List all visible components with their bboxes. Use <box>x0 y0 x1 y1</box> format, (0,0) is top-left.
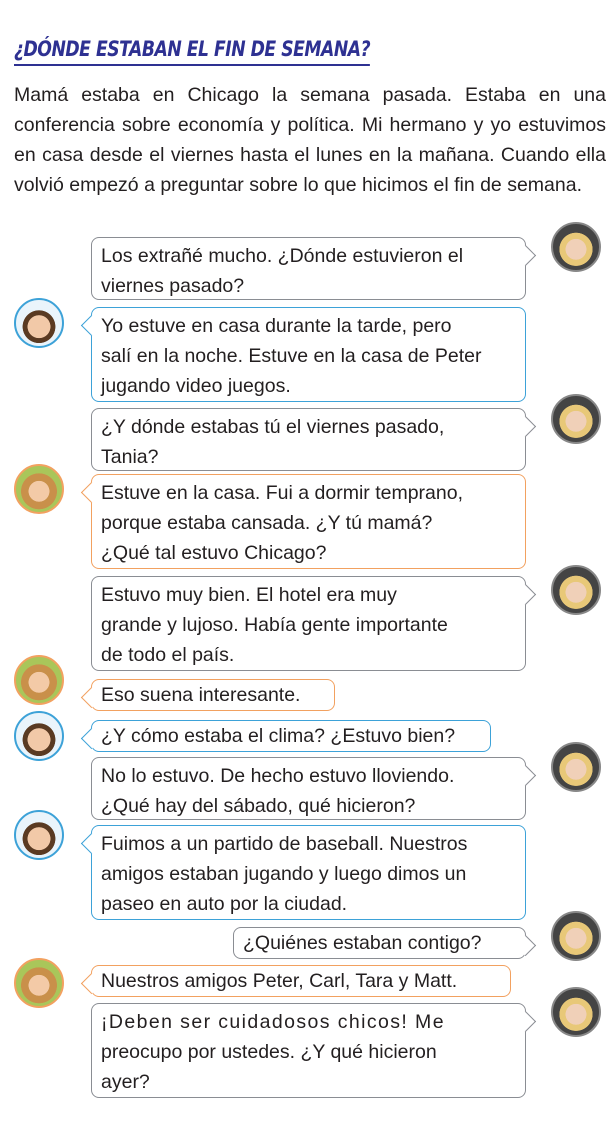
message-bubble-mom: No lo estuvo. De hecho estuvo lloviendo.… <box>91 757 526 820</box>
message-line: Estuve en la casa. Fui a dormir temprano… <box>101 482 463 504</box>
message-line: Yo estuve en casa durante la tarde, pero <box>101 315 452 337</box>
message-line: ayer? <box>101 1071 150 1093</box>
message-bubble-mom: ¡Deben ser cuidadosos chicos! Me preocup… <box>91 1003 526 1098</box>
message-line: No lo estuvo. De hecho estuvo lloviendo. <box>101 765 455 787</box>
message-bubble-boy: ¿Y cómo estaba el clima? ¿Estuvo bien? <box>91 720 491 752</box>
girl-avatar <box>14 958 64 1008</box>
message-line: ¿Y dónde estabas tú el viernes pasado, <box>101 416 445 438</box>
message-line: Eso suena interesante. <box>101 684 301 706</box>
mom-avatar <box>551 565 601 615</box>
mom-avatar <box>551 742 601 792</box>
mom-avatar <box>551 222 601 272</box>
boy-avatar <box>14 298 64 348</box>
message-line: paseo en auto por la ciudad. <box>101 893 348 915</box>
page-title: ¿DÓNDE ESTABAN EL FIN DE SEMANA? <box>14 37 371 66</box>
message-bubble-girl: Estuve en la casa. Fui a dormir temprano… <box>91 474 526 569</box>
message-bubble-mom: Los extrañé mucho. ¿Dónde estuvieron el … <box>91 237 526 300</box>
message-bubble-girl: Nuestros amigos Peter, Carl, Tara y Matt… <box>91 965 511 997</box>
message-line: Estuvo muy bien. El hotel era muy <box>101 584 397 606</box>
message-line: ¿Qué hay del sábado, qué hicieron? <box>101 795 416 817</box>
message-bubble-mom: Estuvo muy bien. El hotel era muy grande… <box>91 576 526 671</box>
mom-avatar <box>551 987 601 1037</box>
intro-paragraph: Mamá estaba en Chicago la semana pasada.… <box>14 84 606 196</box>
message-line: viernes pasado? <box>101 275 245 297</box>
girl-avatar <box>14 655 64 705</box>
message-line: Fuimos a un partido de baseball. Nuestro… <box>101 833 468 855</box>
message-bubble-boy: Fuimos a un partido de baseball. Nuestro… <box>91 825 526 920</box>
message-line: Los extrañé mucho. ¿Dónde estuvieron el <box>101 245 464 267</box>
message-line: ¡Deben ser cuidadosos chicos! Me <box>101 1011 445 1033</box>
message-line: porque estaba cansada. ¿Y tú mamá? <box>101 512 433 534</box>
message-bubble-mom: ¿Quiénes estaban contigo? <box>233 927 526 959</box>
girl-avatar <box>14 464 64 514</box>
boy-avatar <box>14 810 64 860</box>
message-bubble-girl: Eso suena interesante. <box>91 679 335 711</box>
message-line: preocupo por ustedes. ¿Y qué hicieron <box>101 1041 437 1063</box>
message-line: de todo el país. <box>101 644 235 666</box>
mom-avatar <box>551 394 601 444</box>
message-line: salí en la noche. Estuve en la casa de P… <box>101 345 482 367</box>
message-line: grande y lujoso. Había gente importante <box>101 614 448 636</box>
message-bubble-boy: Yo estuve en casa durante la tarde, pero… <box>91 307 526 402</box>
mom-avatar <box>551 911 601 961</box>
message-line: ¿Y cómo estaba el clima? ¿Estuvo bien? <box>101 725 456 747</box>
message-line: Nuestros amigos Peter, Carl, Tara y Matt… <box>101 970 458 992</box>
message-bubble-mom: ¿Y dónde estabas tú el viernes pasado, T… <box>91 408 526 471</box>
message-line: jugando video juegos. <box>101 375 291 397</box>
message-line: amigos estaban jugando y luego dimos un <box>101 863 467 885</box>
message-line: Tania? <box>101 446 159 468</box>
boy-avatar <box>14 711 64 761</box>
message-line: ¿Quiénes estaban contigo? <box>243 932 482 954</box>
message-line: ¿Qué tal estuvo Chicago? <box>101 542 327 564</box>
